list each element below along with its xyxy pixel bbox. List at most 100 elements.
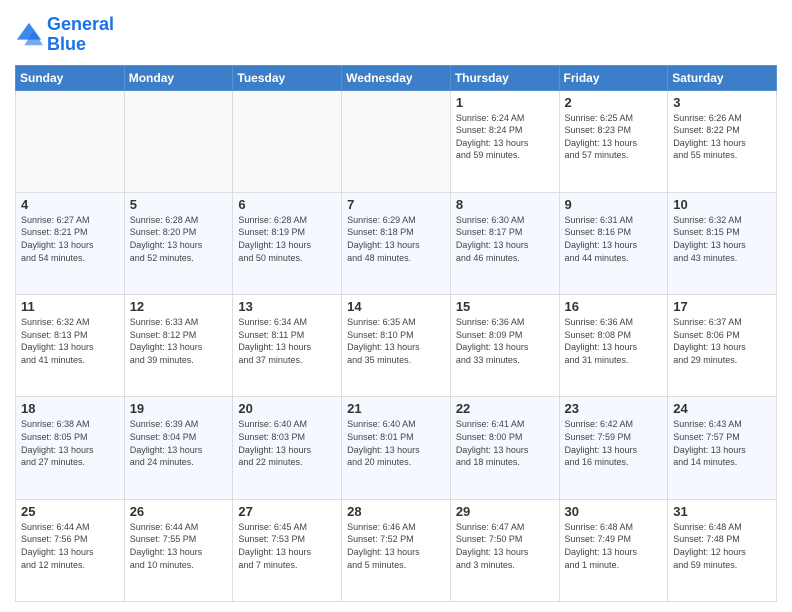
day-cell-9: 9Sunrise: 6:31 AM Sunset: 8:16 PM Daylig… [559, 192, 668, 294]
day-number: 2 [565, 95, 663, 110]
day-number: 21 [347, 401, 445, 416]
calendar-table: SundayMondayTuesdayWednesdayThursdayFrid… [15, 65, 777, 602]
day-number: 13 [238, 299, 336, 314]
day-info: Sunrise: 6:39 AM Sunset: 8:04 PM Dayligh… [130, 418, 228, 468]
weekday-header-tuesday: Tuesday [233, 65, 342, 90]
day-cell-10: 10Sunrise: 6:32 AM Sunset: 8:15 PM Dayli… [668, 192, 777, 294]
day-number: 29 [456, 504, 554, 519]
day-info: Sunrise: 6:38 AM Sunset: 8:05 PM Dayligh… [21, 418, 119, 468]
day-cell-1: 1Sunrise: 6:24 AM Sunset: 8:24 PM Daylig… [450, 90, 559, 192]
day-number: 18 [21, 401, 119, 416]
weekday-header-sunday: Sunday [16, 65, 125, 90]
day-info: Sunrise: 6:44 AM Sunset: 7:55 PM Dayligh… [130, 521, 228, 571]
day-number: 3 [673, 95, 771, 110]
day-cell-2: 2 Sunrise: 6:25 AM Sunset: 8:23 PM Daylig… [559, 90, 668, 192]
day-cell-20: 20 Sunrise: 6:40 AM Sunset: 8:03 PM Dayli… [233, 397, 342, 499]
day-cell-18: 18 Sunrise: 6:38 AM Sunset: 8:05 PM Dayli… [16, 397, 125, 499]
day-info: Sunrise: 6:33 AM Sunset: 8:12 PM Dayligh… [130, 316, 228, 366]
day-cell-23: 23 Sunrise: 6:42 AM Sunset: 7:59 PM Dayli… [559, 397, 668, 499]
day-number: 23 [565, 401, 663, 416]
day-number: 30 [565, 504, 663, 519]
week-row-3: 11Sunrise: 6:32 AM Sunset: 8:13 PM Dayli… [16, 295, 777, 397]
day-number: 15 [456, 299, 554, 314]
day-cell-5: 5 Sunrise: 6:28 AM Sunset: 8:20 PM Daylig… [124, 192, 233, 294]
day-info: Sunrise: 6:34 AM Sunset: 8:11 PM Dayligh… [238, 316, 336, 366]
day-info: Sunrise: 6:43 AM Sunset: 7:57 PM Dayligh… [673, 418, 771, 468]
day-info: Sunrise: 6:44 AM Sunset: 7:56 PM Dayligh… [21, 521, 119, 571]
day-cell-7: 7 Sunrise: 6:29 AM Sunset: 8:18 PM Daylig… [342, 192, 451, 294]
day-cell-31: 31 Sunrise: 6:48 AM Sunset: 7:48 PM Dayli… [668, 499, 777, 601]
day-info: Sunrise: 6:45 AM Sunset: 7:53 PM Dayligh… [238, 521, 336, 571]
empty-cell [16, 90, 125, 192]
day-cell-12: 12 Sunrise: 6:33 AM Sunset: 8:12 PM Dayli… [124, 295, 233, 397]
weekday-header-thursday: Thursday [450, 65, 559, 90]
day-cell-19: 19 Sunrise: 6:39 AM Sunset: 8:04 PM Dayli… [124, 397, 233, 499]
week-row-2: 4 Sunrise: 6:27 AM Sunset: 8:21 PM Daylig… [16, 192, 777, 294]
day-info: Sunrise: 6:35 AM Sunset: 8:10 PM Dayligh… [347, 316, 445, 366]
day-cell-28: 28 Sunrise: 6:46 AM Sunset: 7:52 PM Dayli… [342, 499, 451, 601]
day-number: 28 [347, 504, 445, 519]
day-info: Sunrise: 6:29 AM Sunset: 8:18 PM Dayligh… [347, 214, 445, 264]
day-info: Sunrise: 6:30 AM Sunset: 8:17 PM Dayligh… [456, 214, 554, 264]
day-info: Sunrise: 6:47 AM Sunset: 7:50 PM Dayligh… [456, 521, 554, 571]
day-info: Sunrise: 6:24 AM Sunset: 8:24 PM Dayligh… [456, 112, 554, 162]
day-number: 8 [456, 197, 554, 212]
day-number: 4 [21, 197, 119, 212]
day-number: 12 [130, 299, 228, 314]
weekday-header-friday: Friday [559, 65, 668, 90]
day-number: 9 [565, 197, 663, 212]
day-cell-22: 22Sunrise: 6:41 AM Sunset: 8:00 PM Dayli… [450, 397, 559, 499]
day-info: Sunrise: 6:28 AM Sunset: 8:19 PM Dayligh… [238, 214, 336, 264]
empty-cell [342, 90, 451, 192]
day-number: 10 [673, 197, 771, 212]
day-number: 19 [130, 401, 228, 416]
weekday-header-saturday: Saturday [668, 65, 777, 90]
day-cell-26: 26 Sunrise: 6:44 AM Sunset: 7:55 PM Dayli… [124, 499, 233, 601]
day-info: Sunrise: 6:25 AM Sunset: 8:23 PM Dayligh… [565, 112, 663, 162]
day-number: 11 [21, 299, 119, 314]
day-info: Sunrise: 6:40 AM Sunset: 8:01 PM Dayligh… [347, 418, 445, 468]
empty-cell [124, 90, 233, 192]
day-cell-11: 11Sunrise: 6:32 AM Sunset: 8:13 PM Dayli… [16, 295, 125, 397]
day-number: 6 [238, 197, 336, 212]
day-info: Sunrise: 6:37 AM Sunset: 8:06 PM Dayligh… [673, 316, 771, 366]
day-info: Sunrise: 6:42 AM Sunset: 7:59 PM Dayligh… [565, 418, 663, 468]
day-number: 14 [347, 299, 445, 314]
day-cell-8: 8 Sunrise: 6:30 AM Sunset: 8:17 PM Daylig… [450, 192, 559, 294]
day-cell-16: 16 Sunrise: 6:36 AM Sunset: 8:08 PM Dayli… [559, 295, 668, 397]
day-cell-29: 29 Sunrise: 6:47 AM Sunset: 7:50 PM Dayli… [450, 499, 559, 601]
week-row-1: 1Sunrise: 6:24 AM Sunset: 8:24 PM Daylig… [16, 90, 777, 192]
header: General Blue [15, 15, 777, 55]
logo-icon [15, 21, 43, 49]
day-cell-27: 27Sunrise: 6:45 AM Sunset: 7:53 PM Dayli… [233, 499, 342, 601]
day-info: Sunrise: 6:36 AM Sunset: 8:08 PM Dayligh… [565, 316, 663, 366]
day-info: Sunrise: 6:48 AM Sunset: 7:48 PM Dayligh… [673, 521, 771, 571]
day-info: Sunrise: 6:26 AM Sunset: 8:22 PM Dayligh… [673, 112, 771, 162]
day-number: 26 [130, 504, 228, 519]
day-info: Sunrise: 6:40 AM Sunset: 8:03 PM Dayligh… [238, 418, 336, 468]
weekday-header-row: SundayMondayTuesdayWednesdayThursdayFrid… [16, 65, 777, 90]
logo: General Blue [15, 15, 114, 55]
day-number: 20 [238, 401, 336, 416]
day-cell-17: 17Sunrise: 6:37 AM Sunset: 8:06 PM Dayli… [668, 295, 777, 397]
page: General Blue SundayMondayTuesdayWednesda… [0, 0, 792, 612]
day-number: 7 [347, 197, 445, 212]
day-number: 16 [565, 299, 663, 314]
day-cell-15: 15Sunrise: 6:36 AM Sunset: 8:09 PM Dayli… [450, 295, 559, 397]
week-row-5: 25 Sunrise: 6:44 AM Sunset: 7:56 PM Dayli… [16, 499, 777, 601]
day-number: 5 [130, 197, 228, 212]
day-number: 31 [673, 504, 771, 519]
day-info: Sunrise: 6:28 AM Sunset: 8:20 PM Dayligh… [130, 214, 228, 264]
logo-text: General Blue [47, 15, 114, 55]
day-cell-4: 4 Sunrise: 6:27 AM Sunset: 8:21 PM Daylig… [16, 192, 125, 294]
day-cell-25: 25 Sunrise: 6:44 AM Sunset: 7:56 PM Dayli… [16, 499, 125, 601]
day-number: 25 [21, 504, 119, 519]
day-cell-3: 3 Sunrise: 6:26 AM Sunset: 8:22 PM Daylig… [668, 90, 777, 192]
day-info: Sunrise: 6:46 AM Sunset: 7:52 PM Dayligh… [347, 521, 445, 571]
day-info: Sunrise: 6:27 AM Sunset: 8:21 PM Dayligh… [21, 214, 119, 264]
day-number: 24 [673, 401, 771, 416]
day-cell-6: 6 Sunrise: 6:28 AM Sunset: 8:19 PM Daylig… [233, 192, 342, 294]
day-cell-21: 21 Sunrise: 6:40 AM Sunset: 8:01 PM Dayli… [342, 397, 451, 499]
day-cell-30: 30Sunrise: 6:48 AM Sunset: 7:49 PM Dayli… [559, 499, 668, 601]
day-cell-13: 13 Sunrise: 6:34 AM Sunset: 8:11 PM Dayli… [233, 295, 342, 397]
